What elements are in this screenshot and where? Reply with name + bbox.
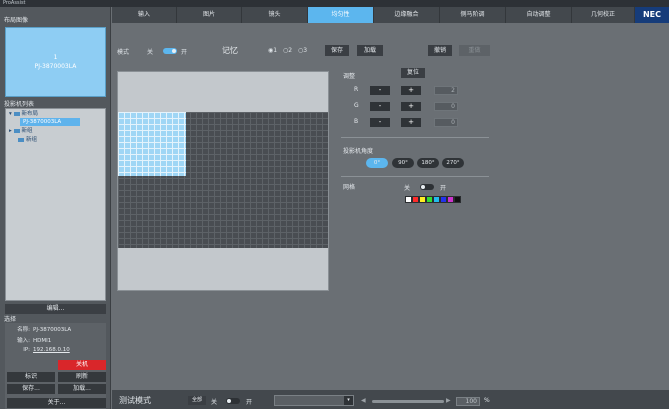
angle-title: 投影机角度: [343, 148, 374, 155]
tab-gamma[interactable]: 侧马阶调: [440, 7, 506, 23]
grid-toggle[interactable]: [420, 184, 434, 190]
tree-item-group-1[interactable]: ▸ 新组: [9, 127, 33, 135]
mode-off-label: 关: [147, 49, 154, 56]
thumbnail-device: PJ-3870003LA: [34, 63, 77, 70]
load-config-button[interactable]: 加载...: [58, 384, 106, 394]
test-all-button[interactable]: 全部: [188, 396, 206, 405]
tab-geometric-correction[interactable]: 几何校正: [572, 7, 635, 23]
grid-off-label: 关: [404, 185, 411, 192]
divider: [341, 176, 489, 177]
g-value[interactable]: 0: [434, 102, 458, 111]
layout-thumbnail[interactable]: 1 PJ-3870003LA: [5, 27, 106, 97]
tab-picture[interactable]: 图片: [177, 7, 242, 23]
angle-90-button[interactable]: 90°: [392, 158, 414, 168]
slider-right-arrow-icon[interactable]: ▶: [446, 397, 451, 404]
chevron-down-icon: ▾: [344, 396, 353, 405]
projector-list-label: 投影机列表: [4, 101, 35, 108]
swatch-green[interactable]: [426, 196, 433, 203]
select-label: 选择: [4, 316, 17, 323]
r-value[interactable]: 2: [434, 86, 458, 95]
r-plus-button[interactable]: +: [401, 86, 421, 95]
percent-input[interactable]: 100: [456, 397, 480, 406]
swatch-black[interactable]: [454, 196, 461, 203]
folder-icon: [13, 111, 20, 116]
g-minus-button[interactable]: -: [370, 102, 390, 111]
test-mode-toggle[interactable]: [226, 398, 240, 404]
ip-link[interactable]: 192.168.0.10: [33, 347, 70, 353]
about-button[interactable]: 关于...: [7, 398, 106, 408]
test-on-label: 开: [246, 399, 253, 406]
info-ip: IP: 192.168.0.10: [23, 347, 70, 353]
tree-item-projector[interactable]: PJ-3870003LA: [20, 118, 80, 126]
app-title: ProAssist: [3, 0, 26, 6]
left-panel: 布局图像 1 PJ-3870003LA 投影机列表 ▾ 新布局 PJ-38700…: [0, 7, 111, 409]
divider: [341, 137, 489, 138]
uniformity-canvas[interactable]: [117, 71, 329, 291]
test-mode-label: 测试模式: [119, 396, 151, 405]
mode-on-label: 开: [181, 49, 188, 56]
swatch-yellow[interactable]: [419, 196, 426, 203]
test-off-label: 关: [211, 399, 218, 406]
b-minus-button[interactable]: -: [370, 118, 390, 127]
tab-input[interactable]: 输入: [112, 7, 177, 23]
save-memory-button[interactable]: 保存: [325, 45, 349, 56]
power-off-button[interactable]: 关机: [58, 360, 106, 370]
reset-button[interactable]: 复位: [401, 68, 425, 78]
save-config-button[interactable]: 保存...: [7, 384, 55, 394]
memory-radio-1[interactable]: ◉1: [268, 47, 277, 54]
g-label: G: [354, 102, 359, 109]
angle-0-button[interactable]: 0°: [366, 158, 388, 168]
swatch-red[interactable]: [412, 196, 419, 203]
tree-item-layout[interactable]: ▾ 新布局: [9, 110, 38, 118]
refresh-button[interactable]: 刷新: [58, 372, 106, 382]
test-pattern-select[interactable]: ▾: [274, 395, 354, 406]
folder-icon: [18, 137, 24, 142]
thumbnail-number: 1: [53, 54, 58, 61]
tab-bar: 输入 图片 镜头 均匀性 边缘融合 侧马阶调 自动调整 几何校正: [112, 7, 669, 23]
layout-label: 布局图像: [4, 17, 29, 24]
edit-button[interactable]: 编辑...: [5, 304, 106, 314]
tab-auto-adjust[interactable]: 自动调整: [506, 7, 572, 23]
memory-label: 记忆: [222, 46, 238, 55]
undo-button[interactable]: 撤销: [428, 45, 452, 56]
grid-on-label: 开: [440, 185, 447, 192]
memory-radio-3[interactable]: ○3: [298, 47, 307, 54]
swatch-magenta[interactable]: [447, 196, 454, 203]
memory-radio-2[interactable]: ○2: [283, 47, 292, 54]
grid-title: 网格: [343, 184, 356, 191]
redo-button[interactable]: 重做: [459, 45, 490, 56]
r-label: R: [354, 86, 359, 93]
selected-region[interactable]: [118, 112, 186, 176]
tab-uniformity[interactable]: 均匀性: [308, 7, 374, 23]
r-minus-button[interactable]: -: [370, 86, 390, 95]
load-memory-button[interactable]: 加载: [357, 45, 383, 56]
angle-270-button[interactable]: 270°: [442, 158, 464, 168]
title-bar: ProAssist: [0, 0, 669, 7]
swatch-blue[interactable]: [440, 196, 447, 203]
angle-180-button[interactable]: 180°: [417, 158, 439, 168]
projector-tree: ▾ 新布局 PJ-3870003LA ▸ 新组 新组: [5, 108, 106, 301]
mode-label: 模式: [117, 49, 130, 56]
slider-left-arrow-icon[interactable]: ◀: [361, 397, 366, 404]
percent-unit: %: [484, 397, 490, 404]
swatch-cyan[interactable]: [433, 196, 440, 203]
info-input: 输入: HDMI1: [17, 338, 52, 344]
mark-button[interactable]: 标识: [7, 372, 55, 382]
b-plus-button[interactable]: +: [401, 118, 421, 127]
nec-logo: NEC: [635, 7, 669, 23]
mode-toggle[interactable]: [163, 48, 177, 54]
b-label: B: [354, 118, 359, 125]
level-slider[interactable]: [372, 400, 444, 403]
info-name: 名称: PJ-3870003LA: [17, 327, 72, 333]
tab-lens[interactable]: 镜头: [242, 7, 308, 23]
folder-icon: [13, 128, 20, 133]
g-plus-button[interactable]: +: [401, 102, 421, 111]
adjust-title: 调整: [343, 73, 356, 80]
swatch-white[interactable]: [405, 196, 412, 203]
tree-item-group-2[interactable]: 新组: [18, 136, 37, 144]
tab-edge-blending[interactable]: 边缘融合: [374, 7, 440, 23]
b-value[interactable]: 0: [434, 118, 458, 127]
